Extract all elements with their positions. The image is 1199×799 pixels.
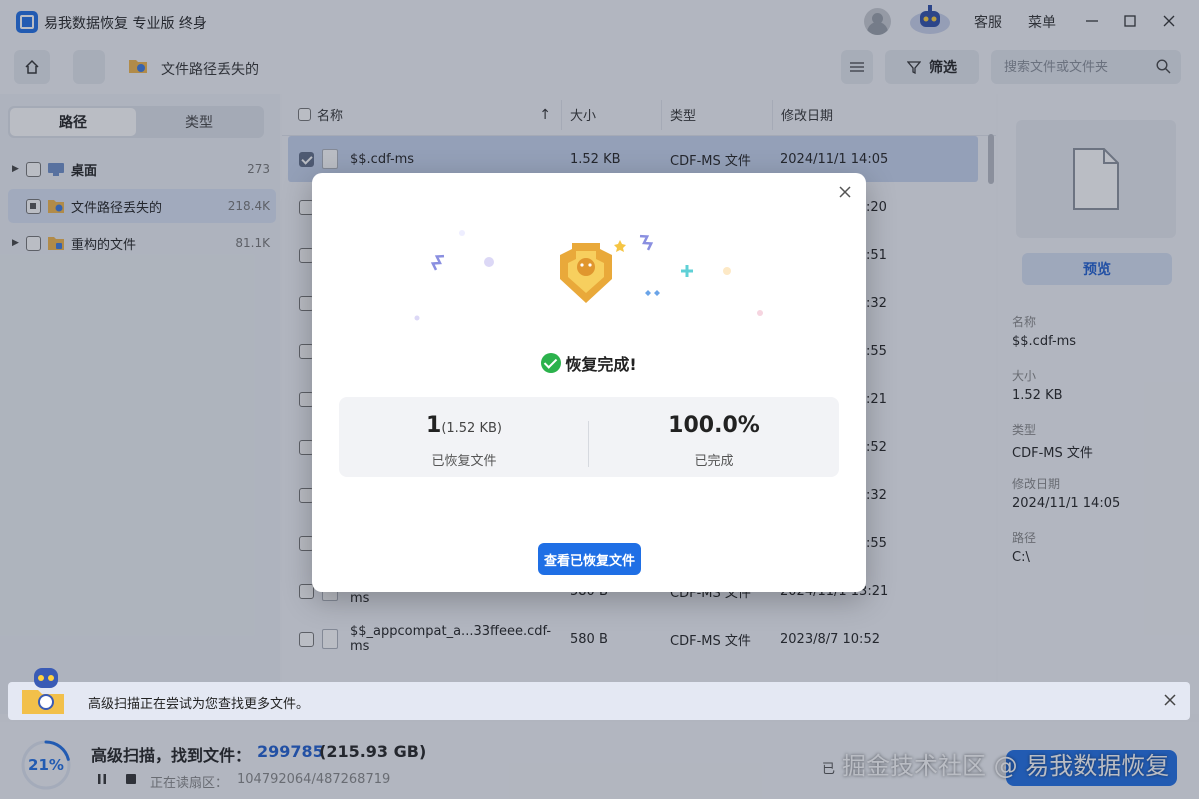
close-notice-button[interactable] bbox=[1164, 691, 1176, 710]
close-icon bbox=[839, 186, 851, 198]
success-check-icon bbox=[541, 353, 562, 373]
trophy-badge-icon bbox=[414, 230, 763, 321]
notice-text: 高级扫描正在尝试为您查找更多文件。 bbox=[88, 697, 310, 712]
close-dialog-button[interactable] bbox=[834, 181, 856, 203]
done-text: 恢复完成! bbox=[565, 355, 637, 374]
done-status: 恢复完成! bbox=[312, 351, 866, 375]
scan-notice-bar: 高级扫描正在尝试为您查找更多文件。 bbox=[8, 668, 1190, 720]
completed-percent: 100.0% bbox=[668, 413, 760, 438]
recovered-files-stat: 1(1.52 KB) 已恢复文件 bbox=[339, 397, 589, 477]
completed-stat: 100.0% 已完成 bbox=[589, 397, 839, 477]
view-recovered-files-button[interactable]: 查看已恢复文件 bbox=[538, 543, 641, 575]
completed-label: 已完成 bbox=[694, 454, 734, 469]
robot-assistant-icon bbox=[22, 668, 64, 714]
recovery-stats: 1(1.52 KB) 已恢复文件 100.0% 已完成 bbox=[339, 397, 839, 477]
close-icon bbox=[1164, 694, 1176, 706]
recovered-size: (1.52 KB) bbox=[441, 421, 502, 436]
recovered-count: 1 bbox=[426, 413, 442, 438]
recovery-complete-dialog: 恢复完成! 1(1.52 KB) 已恢复文件 100.0% 已完成 查看已恢复文… bbox=[312, 173, 866, 592]
recovered-label: 已恢复文件 bbox=[431, 454, 497, 469]
